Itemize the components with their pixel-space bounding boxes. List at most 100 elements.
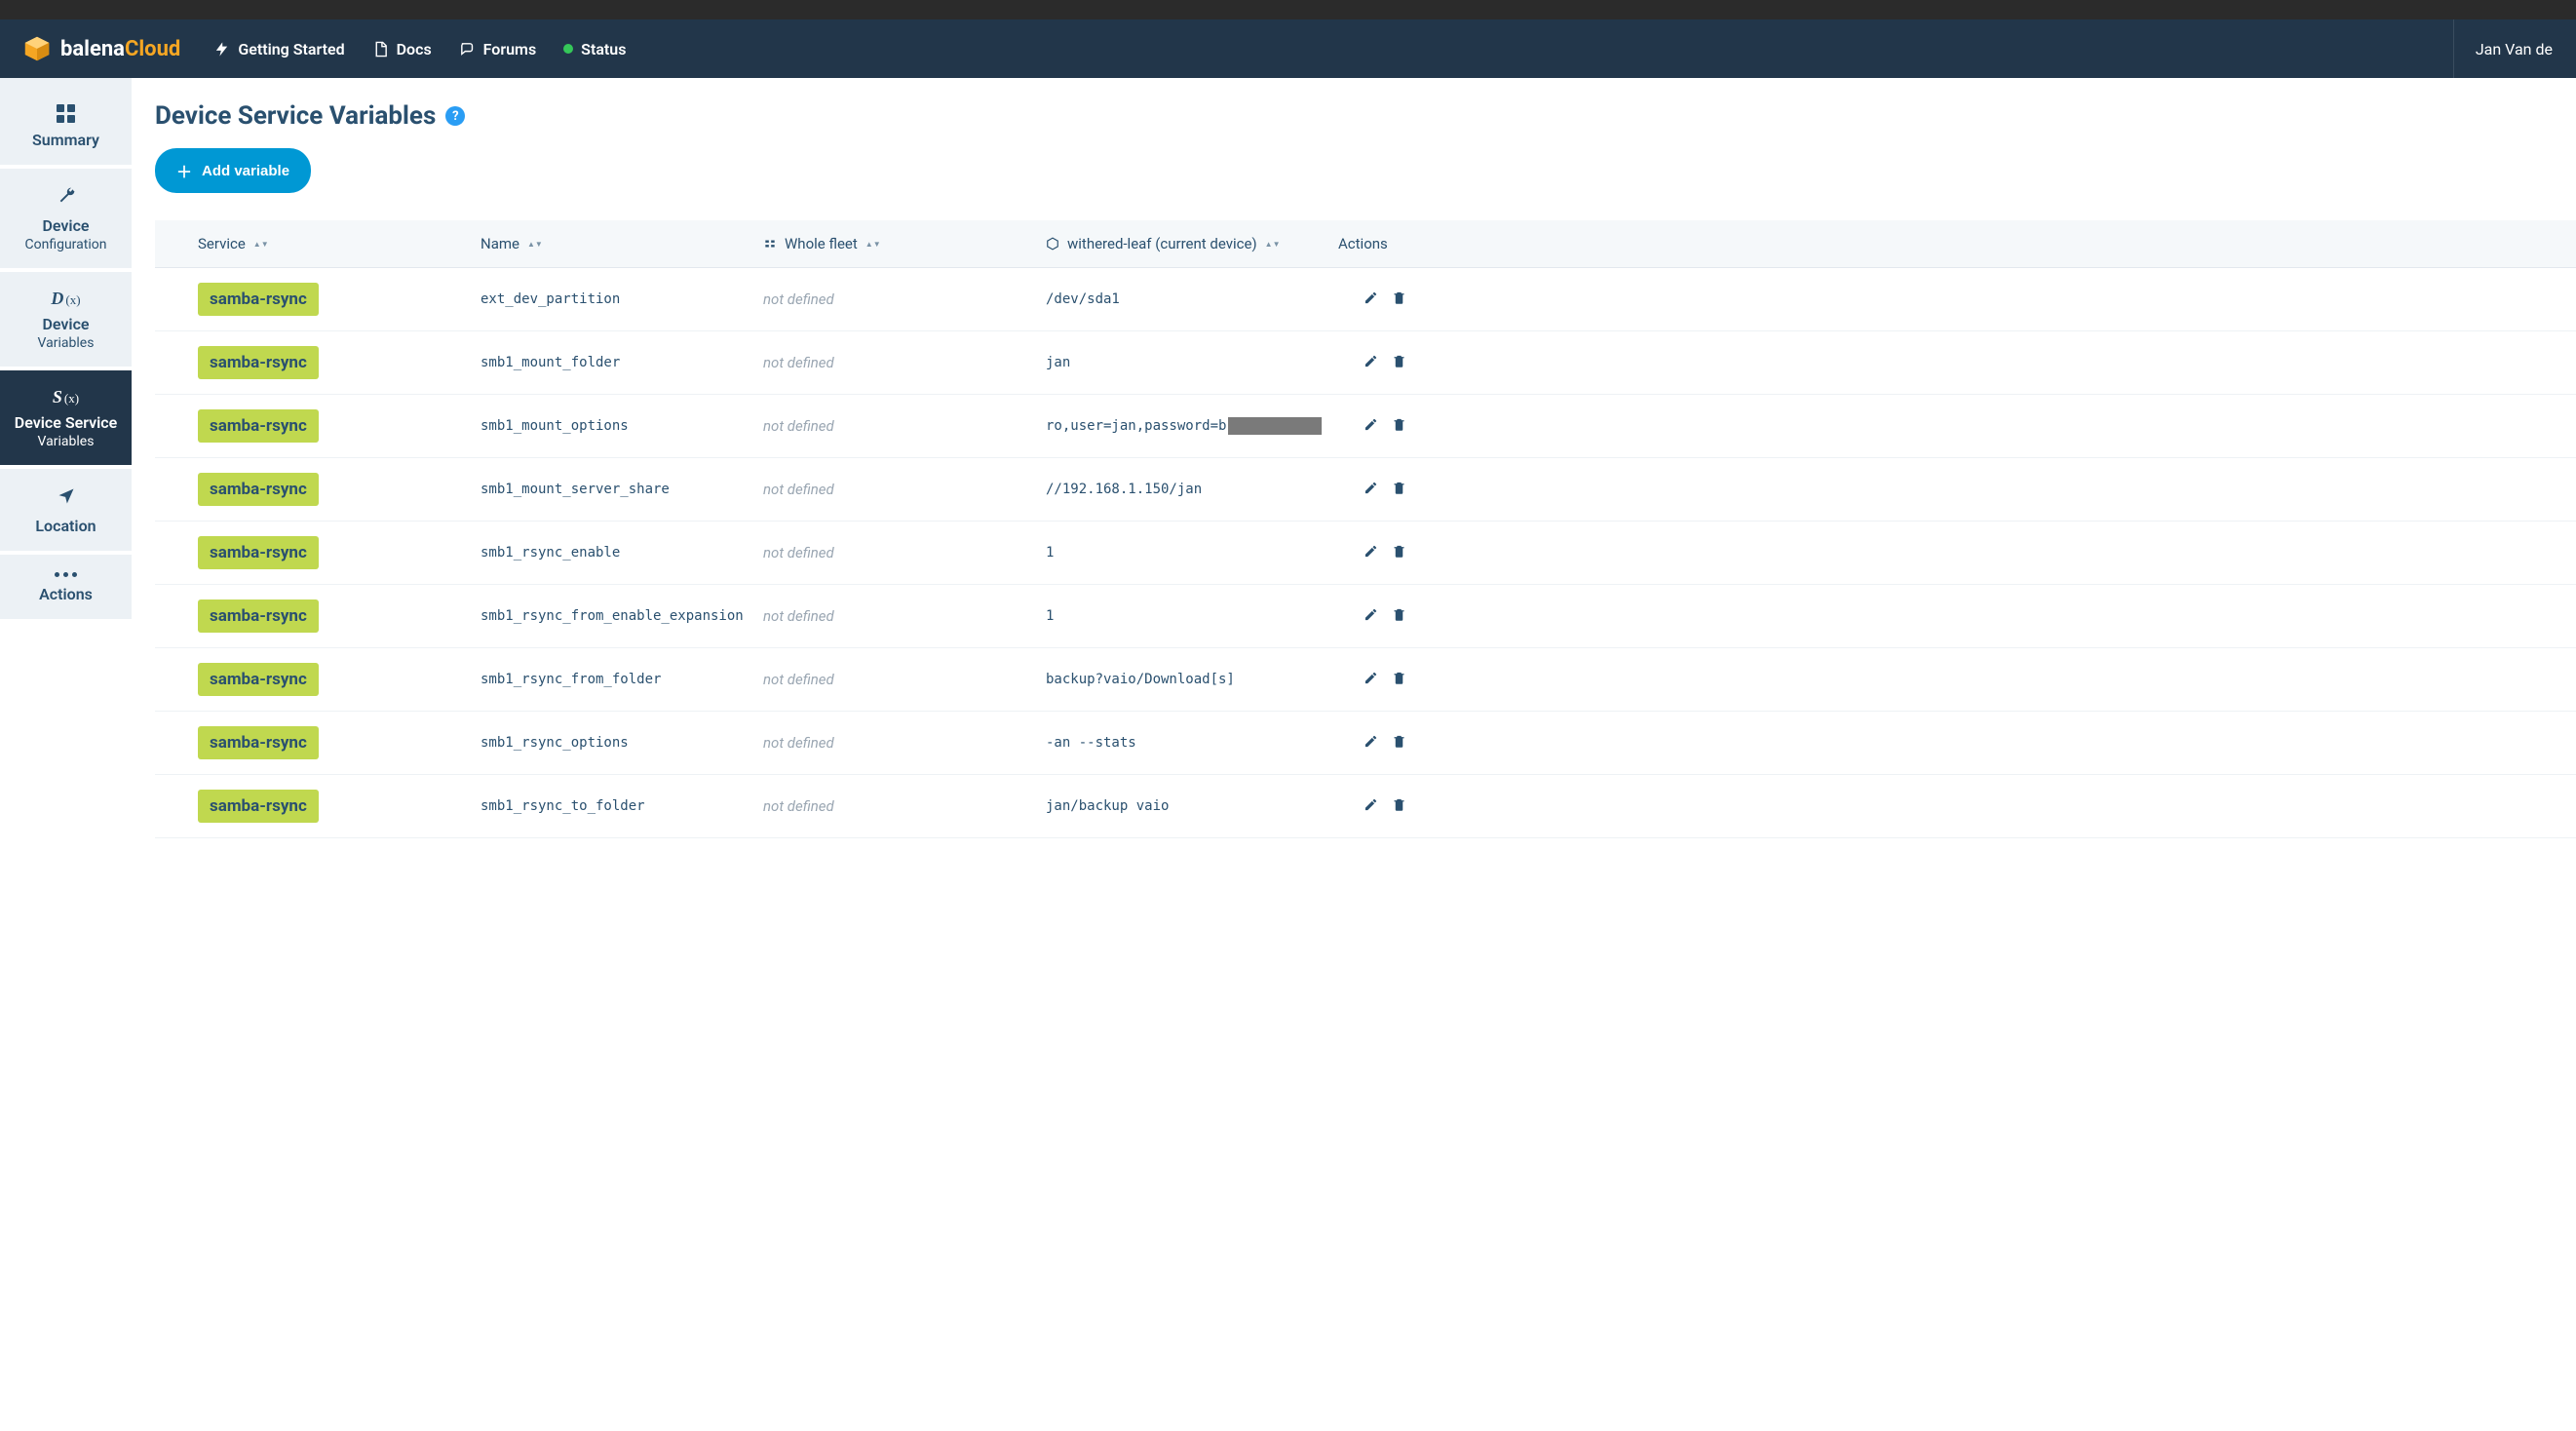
th-service[interactable]: Service ▲▼ bbox=[198, 235, 481, 252]
topbar-right[interactable]: Jan Van de bbox=[2453, 19, 2553, 78]
th-name[interactable]: Name ▲▼ bbox=[481, 235, 763, 252]
delete-icon[interactable] bbox=[1392, 417, 1406, 436]
variable-name: smb1_rsync_options bbox=[481, 735, 763, 751]
fleet-value: not defined bbox=[763, 481, 1046, 498]
table-header-row: Service ▲▼ Name ▲▼ Whole fleet ▲▼ wither… bbox=[155, 220, 2576, 268]
sidebar-item-label: Summary bbox=[32, 131, 99, 149]
nav-status-label: Status bbox=[581, 40, 626, 58]
logo-text-gold: Cloud bbox=[125, 37, 180, 61]
logo[interactable]: balenaCloud bbox=[23, 35, 180, 62]
redacted-value bbox=[1228, 417, 1322, 435]
row-actions bbox=[1338, 734, 1436, 753]
fleet-value: not defined bbox=[763, 797, 1046, 815]
variable-name: smb1_rsync_enable bbox=[481, 545, 763, 561]
table-row: samba-rsync smb1_mount_server_sharenot de… bbox=[155, 458, 2576, 522]
variable-name: smb1_rsync_from_enable_expansion bbox=[481, 608, 763, 624]
delete-icon[interactable] bbox=[1392, 607, 1406, 626]
edit-icon[interactable] bbox=[1364, 481, 1378, 499]
service-pill: samba-rsync bbox=[198, 283, 319, 316]
device-value: backup?vaio/Download[s] bbox=[1046, 672, 1338, 687]
ellipsis-icon bbox=[55, 572, 77, 577]
th-actions: Actions bbox=[1338, 235, 1436, 252]
edit-icon[interactable] bbox=[1364, 671, 1378, 689]
add-variable-button[interactable]: ＋ Add variable bbox=[155, 148, 311, 193]
table-row: samba-rsyncsmb1_mount_foldernot definedj… bbox=[155, 331, 2576, 395]
nav-getting-started[interactable]: Getting Started bbox=[213, 40, 344, 58]
delete-icon[interactable] bbox=[1392, 544, 1406, 562]
edit-icon[interactable] bbox=[1364, 417, 1378, 436]
variable-name: smb1_rsync_to_folder bbox=[481, 798, 763, 814]
service-pill: samba-rsync bbox=[198, 536, 319, 569]
document-icon bbox=[372, 41, 389, 58]
sidebar-item-location[interactable]: Location bbox=[0, 469, 132, 555]
sidebar-item-device-config[interactable]: Device Configuration bbox=[0, 169, 132, 272]
content: Device Service Variables ? ＋ Add variabl… bbox=[132, 78, 2576, 838]
browser-chrome bbox=[0, 0, 2576, 19]
sort-icon: ▲▼ bbox=[253, 242, 269, 247]
fleet-value: not defined bbox=[763, 734, 1046, 752]
nav-docs[interactable]: Docs bbox=[372, 40, 432, 58]
delete-icon[interactable] bbox=[1392, 671, 1406, 689]
row-actions bbox=[1338, 417, 1436, 436]
service-pill: samba-rsync bbox=[198, 409, 319, 443]
sidebar-item-label: Device Service bbox=[15, 413, 117, 432]
cube-small-icon bbox=[1046, 237, 1059, 251]
delete-icon[interactable] bbox=[1392, 734, 1406, 753]
delete-icon[interactable] bbox=[1392, 481, 1406, 499]
th-fleet[interactable]: Whole fleet ▲▼ bbox=[763, 235, 1046, 252]
fleet-value: not defined bbox=[763, 354, 1046, 371]
sidebar-item-sublabel: Variables bbox=[38, 434, 95, 449]
delete-icon[interactable] bbox=[1392, 797, 1406, 816]
nav-status[interactable]: Status bbox=[563, 40, 626, 58]
fleet-value: not defined bbox=[763, 544, 1046, 561]
sidebar-item-label: Location bbox=[35, 517, 96, 535]
service-pill: samba-rsync bbox=[198, 790, 319, 823]
logo-text-white: balena bbox=[60, 37, 125, 61]
edit-icon[interactable] bbox=[1364, 544, 1378, 562]
fleet-value: not defined bbox=[763, 671, 1046, 688]
device-value: /dev/sda1 bbox=[1046, 291, 1338, 307]
nav-forums[interactable]: Forums bbox=[459, 40, 537, 58]
sidebar-item-sublabel: Configuration bbox=[25, 237, 107, 252]
edit-icon[interactable] bbox=[1364, 290, 1378, 309]
table-row: samba-rsyncsmb1_rsync_from_foldernot def… bbox=[155, 648, 2576, 712]
table-row: samba-rsync smb1_rsync_optionsnot defined… bbox=[155, 712, 2576, 775]
sidebar-item-summary[interactable]: Summary bbox=[0, 78, 132, 169]
delete-icon[interactable] bbox=[1392, 290, 1406, 309]
sidebar-item-sublabel: Variables bbox=[38, 335, 95, 351]
topbar: balenaCloud Getting Started Docs Forums … bbox=[0, 19, 2576, 78]
variable-name: smb1_mount_server_share bbox=[481, 482, 763, 497]
topbar-left: balenaCloud Getting Started Docs Forums … bbox=[23, 35, 626, 62]
service-pill: samba-rsync bbox=[198, 473, 319, 506]
page-title: Device Service Variables bbox=[155, 101, 436, 131]
dx-icon: D(x) bbox=[51, 290, 80, 307]
edit-icon[interactable] bbox=[1364, 354, 1378, 372]
device-value: 1 bbox=[1046, 608, 1338, 624]
fleet-value: not defined bbox=[763, 607, 1046, 625]
topnav: Getting Started Docs Forums Status bbox=[213, 40, 626, 58]
edit-icon[interactable] bbox=[1364, 607, 1378, 626]
nav-getting-started-label: Getting Started bbox=[238, 40, 344, 58]
cube-icon bbox=[23, 35, 51, 62]
device-value: jan bbox=[1046, 355, 1338, 370]
add-variable-label: Add variable bbox=[202, 163, 289, 179]
chat-icon bbox=[459, 41, 476, 58]
sidebar-item-actions[interactable]: Actions bbox=[0, 555, 132, 623]
edit-icon[interactable] bbox=[1364, 797, 1378, 816]
table-row: samba-rsyncext_dev_partitionnot defined/… bbox=[155, 268, 2576, 331]
help-icon[interactable]: ? bbox=[445, 106, 465, 126]
th-device[interactable]: withered-leaf (current device) ▲▼ bbox=[1046, 235, 1338, 252]
table-row: samba-rsyncsmb1_rsync_from_enable_expans… bbox=[155, 585, 2576, 648]
edit-icon[interactable] bbox=[1364, 734, 1378, 753]
location-arrow-icon bbox=[57, 486, 76, 509]
sidebar-item-device-vars[interactable]: D(x) Device Variables bbox=[0, 272, 132, 370]
table-row: samba-rsyncsmb1_mount_optionsnot defined… bbox=[155, 395, 2576, 458]
service-pill: samba-rsync bbox=[198, 346, 319, 379]
nav-docs-label: Docs bbox=[397, 40, 432, 58]
sidebar-item-device-service-vars[interactable]: S(x) Device Service Variables bbox=[0, 370, 132, 469]
service-pill: samba-rsync bbox=[198, 726, 319, 759]
delete-icon[interactable] bbox=[1392, 354, 1406, 372]
row-actions bbox=[1338, 481, 1436, 499]
sort-icon: ▲▼ bbox=[527, 242, 543, 247]
device-value: ro,user=jan,password=b bbox=[1046, 417, 1338, 435]
